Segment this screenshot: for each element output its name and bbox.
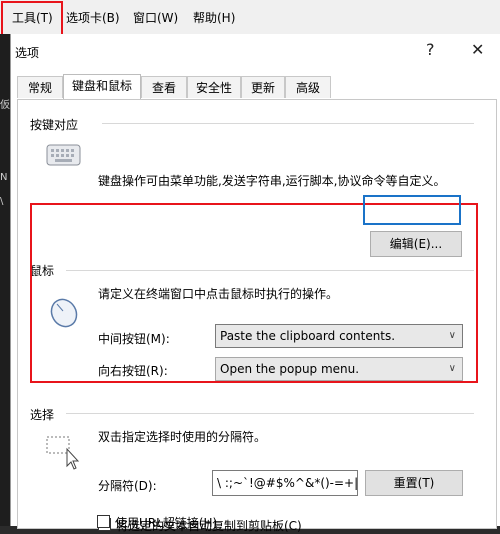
section-divider: [102, 123, 474, 124]
tab-keyboard-mouse[interactable]: 键盘和鼠标: [63, 74, 141, 99]
menu-window[interactable]: 窗口(W): [133, 9, 178, 26]
tab-advanced[interactable]: 高级: [285, 76, 331, 98]
strip-label: 仮: [0, 100, 10, 111]
tools-menu-highlight: [1, 1, 63, 38]
keyboard-description: 键盘操作可由菜单功能,发送字符串,运行脚本,协议命令等自定义。: [98, 174, 446, 188]
url-link-checkbox[interactable]: [97, 515, 110, 528]
mouse-section-highlight: [30, 203, 478, 383]
edit-button-highlight: [363, 195, 461, 225]
selection-cursor-icon: [46, 436, 80, 470]
keyboard-icon: [46, 144, 81, 166]
section-divider: [66, 413, 474, 414]
menu-bar: 工具(T) 选项卡(B) 窗口(W) 帮助(H): [0, 0, 500, 38]
strip-label: N: [0, 172, 8, 183]
help-icon[interactable]: ?: [426, 40, 435, 59]
delimiter-label: 分隔符(D):: [98, 479, 157, 493]
keyboard-section-title: 按键对应: [30, 118, 79, 132]
background-window-strip: 仮 N \: [0, 34, 10, 526]
delimiter-input[interactable]: \ :;~`!@#$%^&*()-=+|[]{}'",.<>/?: [212, 470, 358, 496]
url-link-label[interactable]: 使用URL超链接(H): [115, 514, 217, 531]
tab-updates[interactable]: 更新: [241, 76, 285, 98]
tab-general[interactable]: 常规: [17, 76, 63, 98]
selection-section-title: 选择: [30, 408, 55, 422]
dialog-title: 选项: [15, 46, 40, 60]
selection-description: 双击指定选择时使用的分隔符。: [98, 430, 267, 444]
close-icon[interactable]: ✕: [471, 40, 484, 59]
menu-help[interactable]: 帮助(H): [193, 9, 235, 26]
dialog-titlebar: 选项 ? ✕: [11, 34, 500, 66]
strip-label: \: [0, 196, 4, 207]
tab-view[interactable]: 查看: [141, 76, 187, 98]
tab-security[interactable]: 安全性: [187, 76, 241, 98]
menu-tabs[interactable]: 选项卡(B): [66, 9, 120, 26]
reset-button[interactable]: 重置(T): [365, 470, 463, 496]
